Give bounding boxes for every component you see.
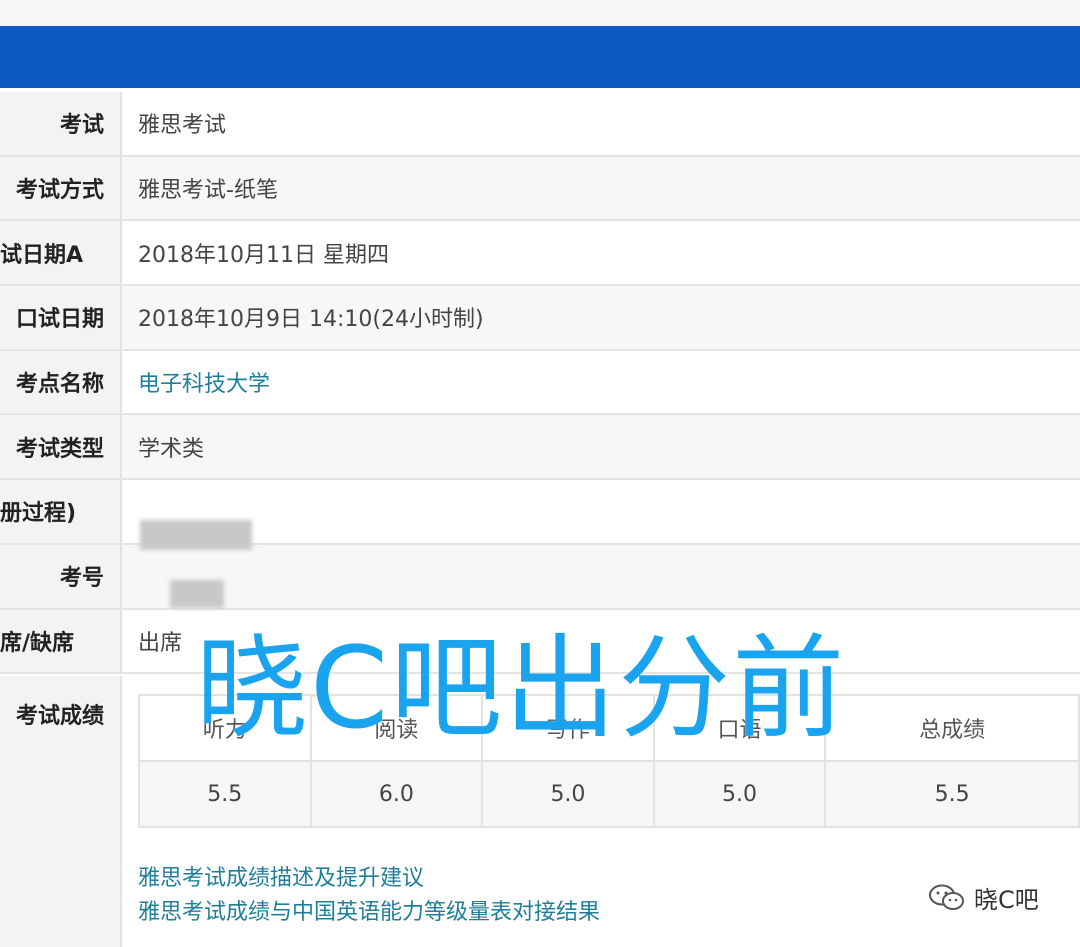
link-cse-alignment[interactable]: 雅思考试成绩与中国英语能力等级量表对接结果 [138, 896, 600, 930]
score-listening: 5.5 [138, 760, 312, 828]
row-test-center: 考点名称 电子科技大学 [0, 350, 1080, 416]
value-speaking-date: 2018年10月9日 14:10(24小时制) [122, 286, 1080, 349]
watermark-overlay: 晓C吧出分前 [196, 624, 847, 754]
header-overall: 总成绩 [824, 694, 1080, 762]
brand-name: 晓C吧 [974, 886, 1039, 914]
score-speaking: 5.0 [652, 760, 827, 828]
row-exam-type: 考试类型 学术类 [0, 415, 1080, 481]
test-center-link[interactable]: 电子科技大学 [122, 350, 1080, 414]
label-speaking-date: 口试日期 [0, 286, 122, 349]
value-written-date: 2018年10月11日 星期四 [122, 221, 1080, 285]
label-candidate-number: 考号 [0, 544, 122, 608]
score-reading: 6.0 [309, 760, 484, 828]
score-writing: 5.0 [481, 760, 655, 828]
redacted-registration [140, 520, 252, 550]
label-registration: 注册过程) [0, 480, 122, 543]
label-attendance: 出席/缺席 [0, 609, 122, 673]
label-scores: 考试成绩 [0, 676, 122, 947]
link-score-description[interactable]: 雅思考试成绩描述及提升建议 [138, 862, 600, 896]
top-gap [0, 0, 1080, 26]
label-written-date: 笔试日期A [0, 221, 122, 285]
label-exam-mode: 考试方式 [0, 156, 122, 220]
score-overall: 5.5 [824, 760, 1080, 828]
row-exam: 考试 雅思考试 [0, 92, 1080, 157]
info-table: 考试 雅思考试 考试方式 雅思考试-纸笔 笔试日期A 2018年10月11日 星… [0, 92, 1080, 675]
label-test-center: 考点名称 [0, 350, 122, 414]
label-exam: 考试 [0, 92, 122, 155]
row-speaking-date: 口试日期 2018年10月9日 14:10(24小时制) [0, 286, 1080, 351]
value-exam: 雅思考试 [122, 92, 1080, 155]
brand-footer: 晓C吧 [928, 880, 1039, 915]
wechat-icon [928, 883, 966, 913]
value-exam-type: 学术类 [122, 415, 1080, 479]
value-exam-mode: 雅思考试-纸笔 [122, 156, 1080, 220]
label-exam-type: 考试类型 [0, 415, 122, 479]
links-section: 雅思考试成绩描述及提升建议 雅思考试成绩与中国英语能力等级量表对接结果 [138, 862, 600, 930]
row-exam-mode: 考试方式 雅思考试-纸笔 [0, 156, 1080, 222]
header-bar [0, 26, 1080, 88]
row-written-date: 笔试日期A 2018年10月11日 星期四 [0, 221, 1080, 287]
value-registration [122, 480, 1080, 543]
score-value-row: 5.5 6.0 5.0 5.0 5.5 [138, 760, 1080, 828]
